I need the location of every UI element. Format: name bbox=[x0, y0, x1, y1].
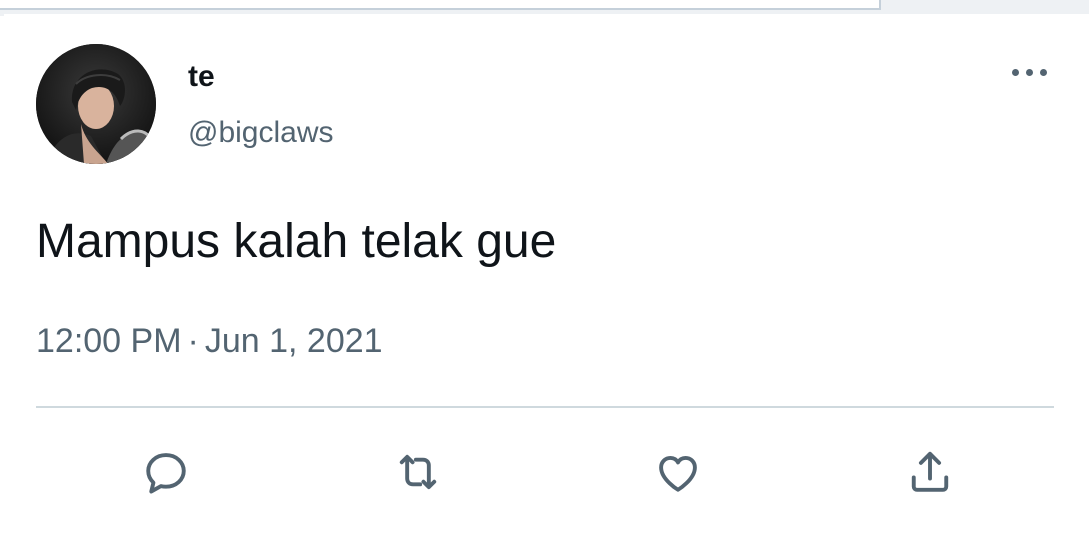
reply-icon bbox=[146, 453, 186, 494]
heart-icon bbox=[659, 455, 697, 492]
more-options-icon[interactable] bbox=[1004, 64, 1054, 80]
share-icon bbox=[911, 451, 949, 492]
share-button[interactable] bbox=[902, 444, 958, 500]
divider bbox=[36, 406, 1054, 408]
meta-separator: · bbox=[187, 322, 199, 360]
retweet-icon bbox=[399, 454, 437, 490]
tweet-timestamp[interactable]: 12:00 PM · Jun 1, 2021 bbox=[36, 322, 383, 361]
tweet-time: 12:00 PM bbox=[36, 322, 182, 360]
display-name[interactable]: te bbox=[188, 60, 215, 94]
reply-button[interactable] bbox=[138, 444, 194, 500]
tweet-text: Mampus kalah telak gue bbox=[36, 215, 557, 268]
more-dot bbox=[1011, 68, 1019, 76]
avatar-photo bbox=[36, 44, 156, 164]
previous-card-edge bbox=[0, 0, 881, 10]
avatar[interactable] bbox=[36, 44, 156, 164]
retweet-button[interactable] bbox=[390, 444, 446, 500]
more-dot bbox=[1025, 68, 1033, 76]
tweet-date: Jun 1, 2021 bbox=[204, 322, 383, 360]
more-dot bbox=[1039, 68, 1047, 76]
user-handle[interactable]: @bigclaws bbox=[188, 116, 334, 150]
tweet-card: te @bigclaws Mampus kalah telak gue 12:0… bbox=[4, 14, 1089, 559]
like-button[interactable] bbox=[650, 444, 706, 500]
